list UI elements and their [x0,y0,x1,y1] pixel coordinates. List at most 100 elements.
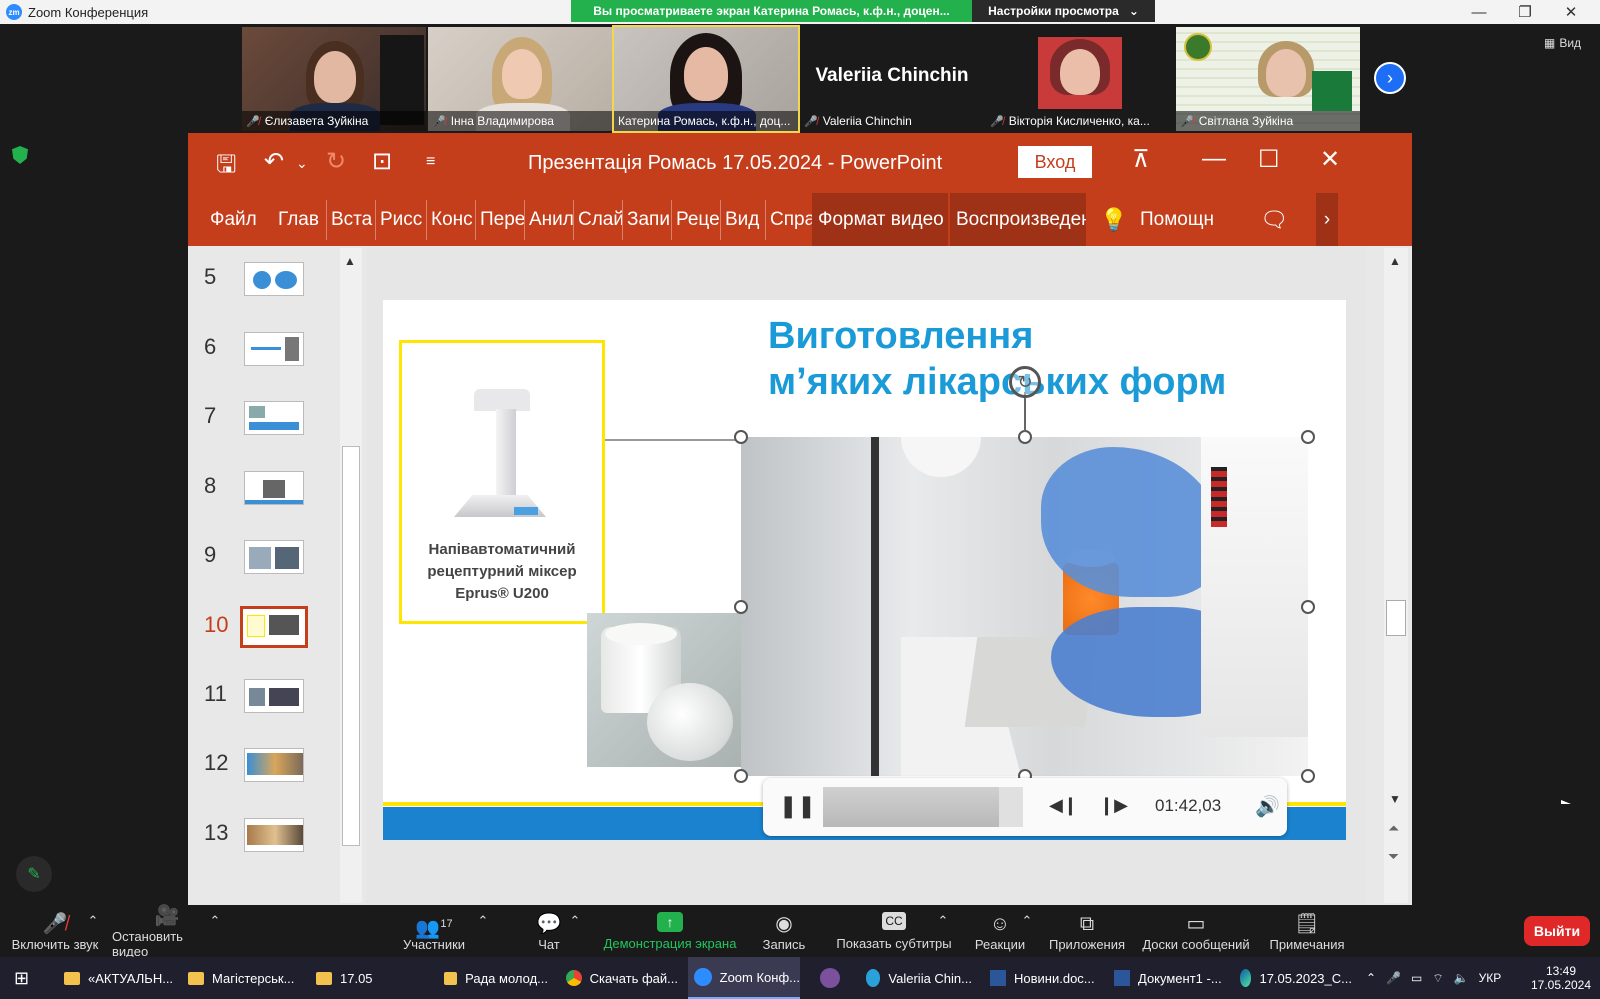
next-participants-button[interactable]: › [1374,62,1406,94]
sign-in-button[interactable]: Вход [1018,146,1092,178]
ointment-jar-photo[interactable] [587,613,741,767]
participant-tile[interactable]: 🎤̸ Інна Владимирова [428,27,612,131]
view-button[interactable]: ▦ Вид [1544,36,1581,50]
scroll-up-icon[interactable]: ▲ [344,254,356,268]
resize-handle[interactable] [734,430,748,444]
save-icon[interactable]: 🖫 [216,147,236,188]
ppt-maximize-icon[interactable]: ☐ [1258,145,1280,174]
tab-playback[interactable]: Воспроизведение [950,193,1086,246]
comments-icon[interactable]: 🗨 [1256,193,1316,246]
slide-scrollbar[interactable]: ▲ ▼ ⏶ ⏷ [1384,248,1408,903]
previous-slide-icon[interactable]: ⏶ [1388,820,1399,837]
scrollbar-thumb[interactable] [342,446,360,846]
mixer-image-box[interactable]: Напівавтоматичний рецептурний міксер Epr… [399,340,605,624]
chat-button[interactable]: 💬 Чат [526,905,572,957]
tab-review[interactable]: Реце [672,193,720,246]
taskbar-item[interactable]: Valeriia Chin... [866,957,972,999]
security-shield-icon[interactable] [12,146,28,164]
redo-icon[interactable]: ↻ [326,147,346,176]
participants-button[interactable]: 👥17 Участники [396,905,472,957]
taskbar-item[interactable]: Новини.doc... [990,957,1102,999]
ribbon-display-icon[interactable]: ⊼ [1132,145,1150,174]
taskbar-item[interactable]: Скачать фай... [566,957,678,999]
notes-button[interactable]: 🗒 Примечания [1268,905,1346,957]
step-forward-icon[interactable]: ❙▶ [1099,795,1128,816]
resize-handle[interactable] [1301,600,1315,614]
embedded-video[interactable] [741,437,1308,776]
tab-draw[interactable]: Рисс [376,193,426,246]
resize-handle[interactable] [1301,769,1315,783]
tab-design[interactable]: Конс [427,193,475,246]
participant-tile[interactable]: 🎤̸ Світлана Зуйкіна [1176,27,1360,131]
taskbar-item[interactable]: «АКТУАЛЬН... [64,957,176,999]
taskbar-item[interactable] [820,957,848,999]
input-language[interactable]: УКР [1479,971,1502,985]
tab-animations[interactable]: Анил [525,193,573,246]
tab-home[interactable]: Глав [274,193,326,246]
microphone-icon[interactable]: 🎤 [1386,971,1401,985]
taskbar-item[interactable]: Рада молод... [444,957,548,999]
tab-slideshow[interactable]: Слай [574,193,622,246]
whiteboards-button[interactable]: ▭ Доски сообщений [1140,905,1252,957]
tab-insert[interactable]: Вста [327,193,375,246]
resize-handle[interactable] [1301,430,1315,444]
chat-options-chevron-icon[interactable]: ⌃ [568,895,582,947]
close-window-button[interactable]: ✕ [1548,0,1594,24]
tab-transitions[interactable]: Пере [476,193,524,246]
tell-me-help[interactable]: Помощн [1136,193,1226,246]
tab-record[interactable]: Запи [623,193,671,246]
leave-meeting-button[interactable]: Выйти [1524,916,1590,946]
restore-button[interactable]: ❐ [1502,0,1548,24]
resize-handle[interactable] [734,600,748,614]
tab-video-format[interactable]: Формат видео [812,193,948,246]
scroll-up-icon[interactable]: ▲ [1389,254,1401,268]
ppt-close-icon[interactable]: ✕ [1320,145,1340,174]
share-screen-button[interactable]: ↑ Демонстрация экрана [600,905,740,957]
captions-options-chevron-icon[interactable]: ⌃ [936,895,950,947]
ribbon-scroll-right-icon[interactable]: › [1316,193,1338,246]
start-slideshow-icon[interactable]: ⊡ [372,147,392,176]
record-button[interactable]: ◉ Запись [756,905,812,957]
step-back-icon[interactable]: ◀❙ [1049,795,1078,816]
taskbar-item[interactable]: Магістерськ... [188,957,298,999]
clock[interactable]: 13:49 17.05.2024 [1528,957,1594,999]
view-settings-button[interactable]: Настройки просмотра ⌄ [972,0,1155,22]
pause-button[interactable]: ❚❚ [779,793,816,819]
taskbar-item[interactable]: Документ1 -... [1114,957,1226,999]
customize-toolbar-icon[interactable]: ≡ [426,153,435,171]
taskbar-item[interactable]: 17.05 [316,957,376,999]
volume-icon[interactable]: 🔊 [1255,794,1280,819]
wifi-icon[interactable]: ⌔ [1432,971,1443,986]
resize-handle[interactable] [1018,430,1032,444]
scroll-down-icon[interactable]: ▼ [1389,792,1401,806]
speaker-icon[interactable]: 🔈 [1454,971,1469,985]
participants-options-chevron-icon[interactable]: ⌃ [476,895,490,947]
scrollbar-thumb[interactable] [1386,600,1406,636]
tab-help[interactable]: Спра [766,193,812,246]
minimize-button[interactable]: — [1456,0,1502,24]
taskbar-item[interactable]: 17.05.2023_C... [1240,957,1352,999]
next-slide-icon[interactable]: ⏷ [1388,848,1399,865]
participant-tile[interactable]: 🎤̸ Вікторія Кисличенко, ка... [986,27,1170,131]
start-button-icon[interactable]: ⊞ [14,957,38,999]
tab-view[interactable]: Вид [721,193,765,246]
audio-options-chevron-icon[interactable]: ⌃ [86,895,100,947]
annotate-pencil-icon[interactable]: ✎ [16,856,52,892]
thumbnails-scrollbar[interactable]: ▲ [340,248,362,903]
resize-handle[interactable] [734,769,748,783]
stop-video-button[interactable]: 🎥 Остановить видео [112,905,222,959]
taskbar-item-active[interactable]: Zoom Конф... [688,957,800,999]
participant-tile-active-speaker[interactable]: Катерина Ромась, к.ф.н., доц... [612,25,800,133]
tray-overflow-icon[interactable]: ⌃ [1366,971,1376,985]
video-options-chevron-icon[interactable]: ⌃ [208,895,222,947]
reactions-options-chevron-icon[interactable]: ⌃ [1020,895,1034,947]
participant-tile[interactable]: Valeriia Chinchin 🎤̸ Valeriia Chinchin [800,27,984,131]
slide-title[interactable]: Виготовлення м’яких лікарських форм [768,314,1226,405]
participant-tile[interactable]: 🎤̸ Єлизавета Зуйкіна [242,27,426,131]
video-progress-bar[interactable] [823,787,1023,827]
ppt-minimize-icon[interactable]: — [1202,145,1226,173]
rotate-handle-icon[interactable]: ↻ [1009,366,1041,398]
undo-dropdown-icon[interactable]: ⌄ [296,155,308,172]
battery-icon[interactable]: ▭ [1411,971,1422,985]
tab-file[interactable]: Файл [206,193,266,246]
